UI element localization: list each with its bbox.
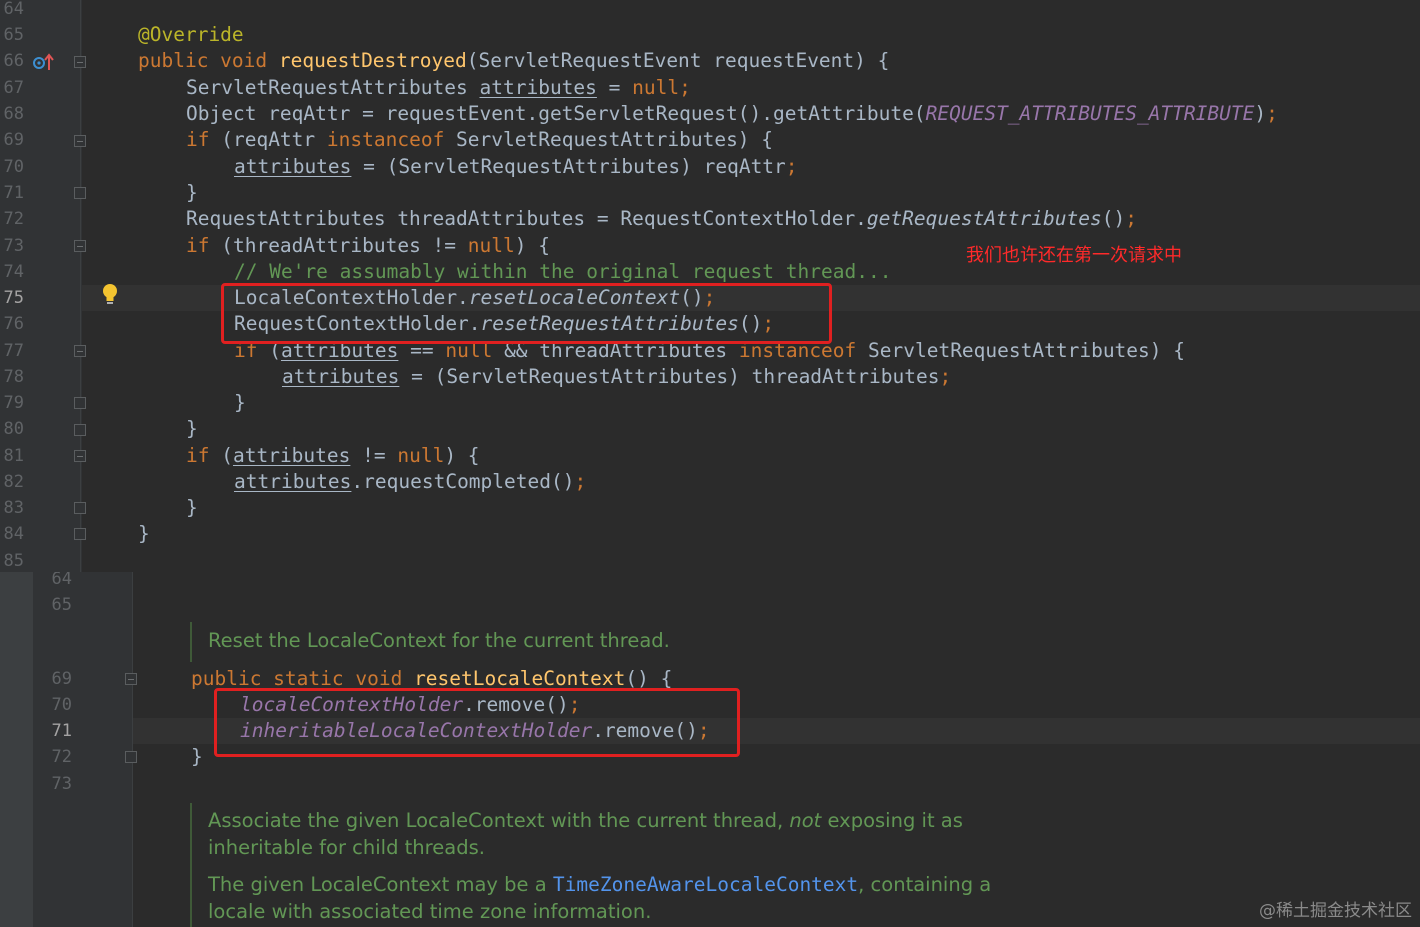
line-number: 65 [3, 25, 24, 45]
line-number: 65 [51, 595, 72, 615]
code-line[interactable]: ServletRequestAttributes attributes = nu… [186, 75, 691, 101]
fold-end-marker-icon[interactable] [74, 424, 86, 436]
line-number: 77 [3, 341, 24, 361]
fold-marker-icon[interactable] [74, 450, 86, 462]
line-number: 72 [51, 747, 72, 767]
line-number: 85 [3, 551, 24, 571]
line-number: 74 [3, 262, 24, 282]
code-line[interactable]: } [186, 180, 198, 206]
line-number: 83 [3, 498, 24, 518]
fold-marker-icon[interactable] [74, 56, 86, 68]
override-method-icon[interactable] [32, 52, 54, 72]
line-number: 73 [3, 236, 24, 256]
fold-marker-icon[interactable] [74, 240, 86, 252]
line-number: 80 [3, 419, 24, 439]
line-number: 68 [3, 104, 24, 124]
code-line[interactable]: } [234, 390, 246, 416]
code-line[interactable]: attributes = (ServletRequestAttributes) … [282, 364, 951, 390]
editor-pane-top: 64 65 66 67 68 69 70 71 72 73 74 75 76 7… [0, 0, 1420, 572]
line-number: 64 [51, 572, 72, 589]
fold-end-marker-icon[interactable] [74, 187, 86, 199]
intention-bulb-icon[interactable] [101, 283, 119, 307]
line-number: 76 [3, 314, 24, 334]
fold-end-marker-icon[interactable] [125, 751, 137, 763]
fold-marker-icon[interactable] [74, 135, 86, 147]
code-line[interactable]: attributes.requestCompleted(); [234, 469, 586, 495]
code-line[interactable]: if (threadAttributes != null) { [186, 233, 550, 259]
doc-code-link[interactable]: TimeZoneAwareLocaleContext [553, 873, 858, 896]
code-line[interactable]: RequestAttributes threadAttributes = Req… [186, 206, 1137, 232]
rendered-doc-comment: The given LocaleContext may be a TimeZon… [208, 873, 992, 896]
line-number: 64 [3, 0, 24, 19]
code-line[interactable]: if (attributes != null) { [186, 443, 480, 469]
code-line[interactable]: } [138, 521, 150, 547]
watermark: @稀土掘金技术社区 [1259, 901, 1412, 921]
line-number: 81 [3, 446, 24, 466]
line-number-active: 75 [3, 288, 24, 308]
annotation-note: 我们也许还在第一次请求中 [966, 245, 1182, 266]
line-number: 82 [3, 472, 24, 492]
rendered-doc-comment: inheritable for child threads. [208, 836, 485, 859]
doc-comment-bar [190, 803, 192, 927]
line-number: 69 [51, 669, 72, 689]
line-number: 71 [3, 183, 24, 203]
highlight-box-reset-calls [221, 283, 832, 344]
doc-comment-bar [190, 622, 192, 662]
rendered-doc-comment: locale with associated time zone informa… [208, 900, 652, 923]
code-line[interactable]: } [186, 495, 198, 521]
fold-marker-icon[interactable] [74, 345, 86, 357]
line-number: 70 [3, 157, 24, 177]
code-line[interactable]: @Override [138, 22, 244, 48]
fold-marker-icon[interactable] [125, 673, 137, 685]
line-number: 79 [3, 393, 24, 413]
rendered-doc-comment: Associate the given LocaleContext with t… [208, 809, 963, 832]
fold-end-marker-icon[interactable] [74, 397, 86, 409]
highlight-box-remove-calls [214, 688, 740, 757]
line-number: 69 [3, 130, 24, 150]
rendered-doc-comment: Reset the LocaleContext for the current … [208, 629, 670, 652]
line-number: 70 [51, 695, 72, 715]
line-number: 84 [3, 524, 24, 544]
gutter-strip [0, 572, 33, 927]
line-number: 66 [3, 51, 24, 71]
line-number: 73 [51, 774, 72, 794]
code-line[interactable]: } [186, 416, 198, 442]
code-comment[interactable]: // We're assumably within the original r… [234, 259, 891, 285]
fold-end-marker-icon[interactable] [74, 502, 86, 514]
line-number: 78 [3, 367, 24, 387]
editor-pane-bottom: 64 65 69 70 71 72 73 Reset the LocaleCon… [0, 572, 1420, 927]
line-number-active: 71 [51, 721, 72, 741]
code-line[interactable]: } [191, 744, 203, 770]
code-line[interactable]: attributes = (ServletRequestAttributes) … [234, 154, 798, 180]
code-line[interactable]: if (reqAttr instanceof ServletRequestAtt… [186, 127, 773, 153]
code-line[interactable]: Object reqAttr = requestEvent.getServlet… [186, 101, 1278, 127]
code-line[interactable]: public void requestDestroyed(ServletRequ… [138, 48, 889, 74]
override-annotation: @Override [138, 23, 244, 46]
gutter-divider [80, 0, 81, 572]
line-number: 72 [3, 209, 24, 229]
line-number: 67 [3, 78, 24, 98]
fold-end-marker-icon[interactable] [74, 528, 86, 540]
gutter-divider [132, 572, 133, 927]
